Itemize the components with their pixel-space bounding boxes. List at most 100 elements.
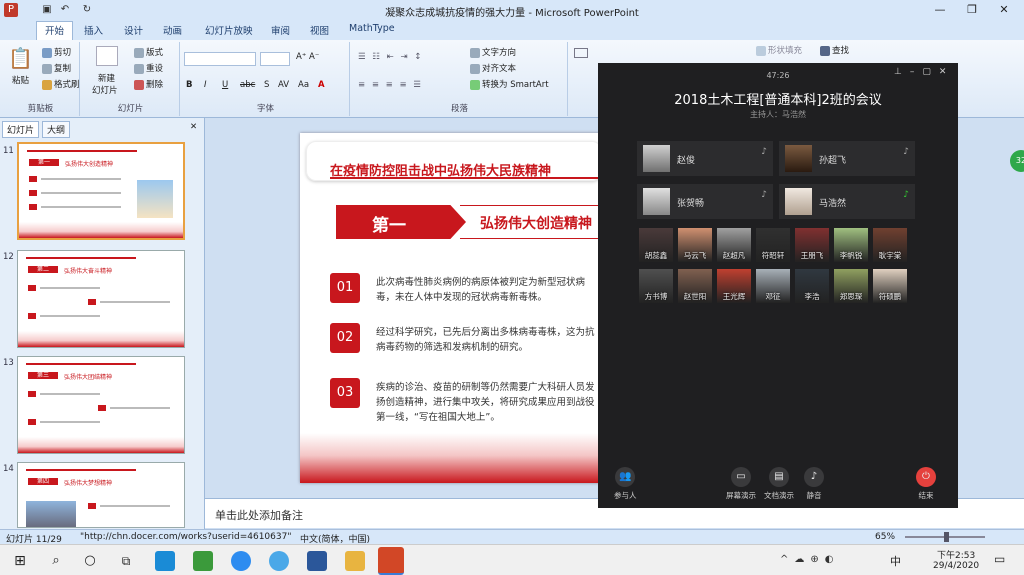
participant-tile[interactable]: 王朋飞 bbox=[795, 228, 829, 262]
notes-placeholder[interactable]: 单击此处添加备注 bbox=[215, 507, 303, 523]
italic-button[interactable]: I bbox=[204, 80, 207, 90]
clipboard-group: 📋 粘贴 剪切 复制 格式刷 剪贴板 bbox=[2, 42, 80, 116]
participant-tile[interactable]: 邓征 bbox=[756, 269, 790, 303]
zoom-level[interactable]: 65% bbox=[875, 532, 895, 542]
participants-button[interactable]: 👥 参与人 bbox=[614, 467, 637, 501]
section-number[interactable]: 第一 bbox=[372, 211, 406, 236]
shape-fill-button[interactable]: 形状填充 bbox=[756, 44, 802, 56]
reset-button[interactable]: 重设 bbox=[134, 62, 163, 74]
app-icon-1[interactable] bbox=[155, 551, 175, 571]
tab-view[interactable]: 视图 bbox=[310, 23, 329, 37]
align-icons[interactable]: ≡ ≡ ≡ ≡ ☰ bbox=[358, 80, 423, 90]
close-button[interactable]: ✕ bbox=[988, 0, 1020, 20]
delete-button[interactable]: 删除 bbox=[134, 78, 163, 90]
tab-design[interactable]: 设计 bbox=[124, 23, 143, 37]
new-slide-label[interactable]: 新建 bbox=[98, 72, 115, 84]
cortana-icon[interactable]: ○ bbox=[80, 551, 100, 571]
thumb-wave bbox=[19, 222, 183, 238]
powerpoint-taskbar-icon[interactable] bbox=[378, 547, 404, 575]
participant-tile[interactable]: 赵超凡 bbox=[717, 228, 751, 262]
paste-icon[interactable]: 📋 bbox=[8, 46, 33, 70]
align-text-button[interactable]: 对齐文本 bbox=[470, 62, 516, 74]
tab-slides[interactable]: 幻灯片 bbox=[2, 121, 40, 138]
list-icons[interactable]: ☰ ☷ ⇤ ⇥ ↕ bbox=[358, 52, 423, 62]
word-icon[interactable] bbox=[307, 551, 327, 571]
shadow-button[interactable]: S bbox=[264, 80, 269, 90]
screen-share-button[interactable]: ▭ 屏幕演示 bbox=[726, 467, 756, 501]
drawing-group bbox=[570, 42, 600, 116]
item-text[interactable]: 疾病的诊治、疫苗的研制等仍然需要广大科研人员发扬创造精神，进行集中攻关，将研究成… bbox=[376, 380, 596, 426]
participant-tile[interactable]: 符硕鹏 bbox=[873, 269, 907, 303]
tab-review[interactable]: 审阅 bbox=[271, 23, 290, 37]
video-tile[interactable]: 孙超飞 ♪ bbox=[779, 141, 915, 176]
grow-font-icon[interactable]: A⁺ A⁻ bbox=[296, 52, 319, 62]
new-slide-label2[interactable]: 幻灯片 bbox=[92, 84, 118, 96]
tab-home[interactable]: 开始 bbox=[36, 21, 74, 40]
meeting-window-controls[interactable]: ⊥–▢✕ bbox=[894, 67, 954, 77]
minimize-button[interactable]: — bbox=[924, 0, 956, 20]
tab-animation[interactable]: 动画 bbox=[163, 23, 182, 37]
participant-tile[interactable]: 胡蕊鑫 bbox=[639, 228, 673, 262]
video-tile[interactable]: 赵俊 ♪ bbox=[637, 141, 773, 176]
video-tile[interactable]: 马浩然 ♪ bbox=[779, 184, 915, 219]
slide-thumb-14[interactable]: 第四 弘扬伟大梦想精神 bbox=[17, 462, 185, 528]
pane-close-icon[interactable]: ✕ bbox=[190, 122, 197, 132]
participant-tile[interactable]: 赵世阳 bbox=[678, 269, 712, 303]
participant-tile[interactable]: 李帆锐 bbox=[834, 228, 868, 262]
participant-tile[interactable]: 马云飞 bbox=[678, 228, 712, 262]
app-icon-2[interactable] bbox=[193, 551, 213, 571]
new-slide-icon[interactable] bbox=[96, 46, 118, 66]
end-meeting-button[interactable]: ⏻ 结束 bbox=[916, 467, 936, 501]
participant-tile[interactable]: 郑思琛 bbox=[834, 269, 868, 303]
cut-icon bbox=[42, 47, 52, 58]
participant-tile[interactable]: 符昭轩 bbox=[756, 228, 790, 262]
ime-indicator[interactable]: 中 bbox=[890, 553, 901, 569]
participant-tile[interactable]: 李浩 bbox=[795, 269, 829, 303]
smartart-button[interactable]: 转换为 SmartArt bbox=[470, 78, 549, 90]
bold-button[interactable]: B bbox=[186, 80, 192, 90]
slide-thumb-12[interactable]: 第二 弘扬伟大奋斗精神 bbox=[17, 250, 185, 348]
tray-icons[interactable]: ^☁⊕◐ bbox=[780, 554, 839, 565]
font-name-field[interactable] bbox=[184, 52, 256, 66]
tab-mathtype[interactable]: MathType bbox=[349, 23, 395, 34]
item-text[interactable]: 此次病毒性肺炎病例的病原体被判定为新型冠状病毒，未在人体中发现的冠状病毒新毒株。 bbox=[376, 275, 596, 307]
section-title[interactable]: 弘扬伟大创造精神 bbox=[480, 213, 592, 233]
tab-slideshow[interactable]: 幻灯片放映 bbox=[205, 23, 253, 37]
video-tile[interactable]: 张贺畅 ♪ bbox=[637, 184, 773, 219]
doc-share-button[interactable]: ▤ 文档演示 bbox=[764, 467, 794, 501]
find-button[interactable]: 查找 bbox=[820, 44, 849, 56]
underline-button[interactable]: U bbox=[222, 80, 228, 90]
text-direction-button[interactable]: 文字方向 bbox=[470, 46, 516, 58]
participant-tile[interactable]: 王光辉 bbox=[717, 269, 751, 303]
paste-button[interactable]: 粘贴 bbox=[12, 74, 29, 86]
start-icon[interactable]: ⊞ bbox=[10, 551, 30, 571]
tab-insert[interactable]: 插入 bbox=[84, 23, 103, 37]
slide-thumb-11[interactable]: 第一 弘扬伟大创造精神 bbox=[17, 142, 185, 240]
clock[interactable]: 下午2:53 29/4/2020 bbox=[933, 548, 979, 571]
shape-icon[interactable] bbox=[574, 48, 588, 58]
search-icon[interactable]: ⌕ bbox=[46, 551, 66, 571]
app-icon-3[interactable] bbox=[231, 551, 251, 571]
folder-icon[interactable] bbox=[345, 551, 365, 571]
participant-tile[interactable]: 耿宇棠 bbox=[873, 228, 907, 262]
cut-button[interactable]: 剪切 bbox=[42, 46, 71, 58]
copy-button[interactable]: 复制 bbox=[42, 62, 71, 74]
maximize-button[interactable]: ❐ bbox=[956, 0, 988, 20]
font-color-button[interactable]: A bbox=[318, 80, 325, 90]
layout-button[interactable]: 版式 bbox=[134, 46, 163, 58]
browser-icon[interactable] bbox=[269, 551, 289, 571]
font-size-field[interactable] bbox=[260, 52, 290, 66]
case-button[interactable]: Aa bbox=[298, 80, 309, 90]
mute-button[interactable]: ♪ 静音 bbox=[804, 467, 824, 501]
tab-outline[interactable]: 大纲 bbox=[42, 121, 71, 138]
current-slide[interactable]: 在疫情防控阻击战中弘扬伟大民族精神 第一 弘扬伟大创造精神 01 此次病毒性肺炎… bbox=[300, 133, 600, 483]
zoom-slider-thumb[interactable] bbox=[944, 532, 949, 542]
notification-icon[interactable]: ▭ bbox=[994, 552, 1005, 566]
task-view-icon[interactable]: ⧉ bbox=[116, 551, 136, 571]
participant-tile[interactable]: 方书博 bbox=[639, 269, 673, 303]
item-text[interactable]: 经过科学研究，已先后分离出多株病毒毒株，这为抗病毒药物的筛选和发病机制的研究。 bbox=[376, 325, 596, 357]
format-painter-button[interactable]: 格式刷 bbox=[42, 78, 80, 90]
spacing-button[interactable]: AV bbox=[278, 80, 289, 90]
slide-thumb-13[interactable]: 第三 弘扬伟大团结精神 bbox=[17, 356, 185, 454]
strike-button[interactable]: abc bbox=[240, 80, 255, 90]
